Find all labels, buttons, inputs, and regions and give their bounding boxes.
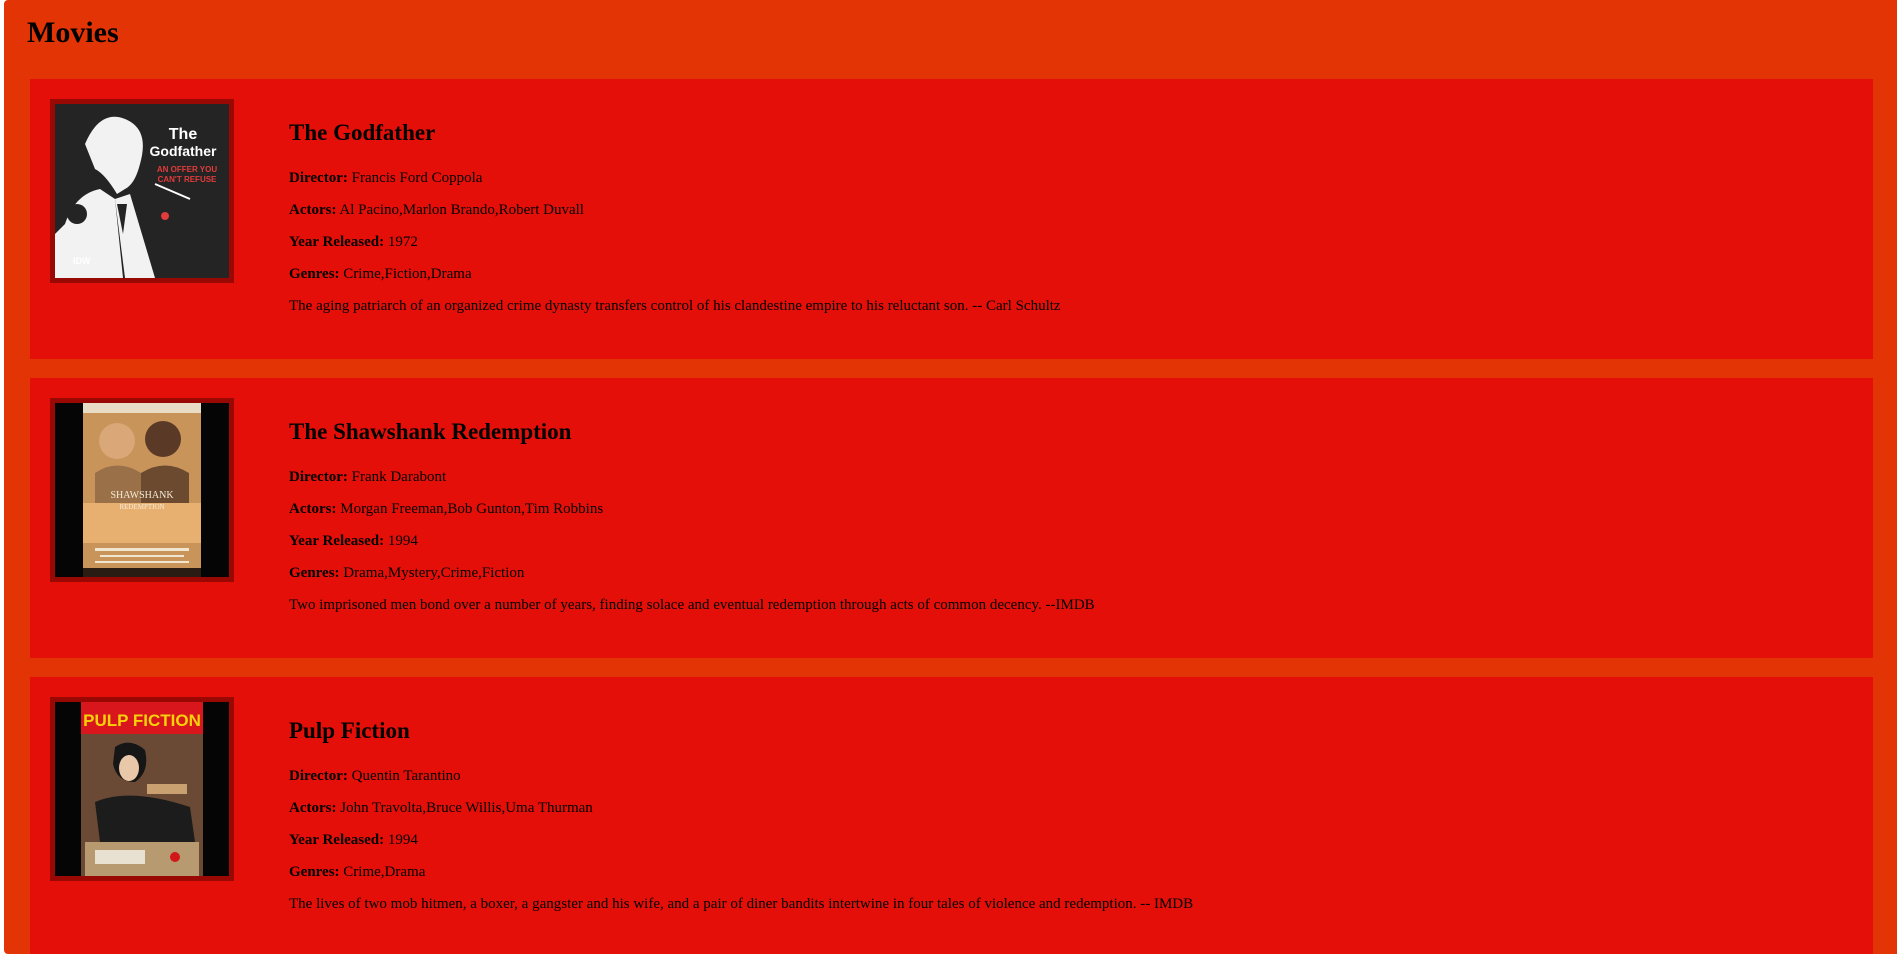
year-value: 1972 <box>387 234 418 250</box>
godfather-poster-image: The Godfather AN OFFER YOU CAN'T REFUSE … <box>55 104 229 278</box>
shawshank-poster-image: SHAWSHANK REDEMPTION <box>55 403 229 577</box>
actors-value: Al Pacino,Marlon Brando,Robert Duvall <box>339 202 584 218</box>
movie-genres-row: Genres: Crime,Drama <box>289 863 1789 881</box>
svg-text:REDEMPTION: REDEMPTION <box>119 503 164 511</box>
actors-value: Morgan Freeman,Bob Gunton,Tim Robbins <box>340 501 604 517</box>
movie-year-row: Year Released: 1994 <box>289 831 1789 849</box>
movie-director-row: Director: Quentin Tarantino <box>289 767 1789 785</box>
director-value: Francis Ford Coppola <box>351 170 483 186</box>
movie-title: Pulp Fiction <box>289 718 410 743</box>
pulp-fiction-poster-image: PULP FICTION <box>55 702 229 876</box>
genres-value: Drama,Mystery,Crime,Fiction <box>343 565 525 581</box>
svg-text:CAN'T REFUSE: CAN'T REFUSE <box>158 175 217 184</box>
movie-info: The Godfather Director: Francis Ford Cop… <box>289 119 1789 329</box>
year-label: Year Released: <box>289 832 385 848</box>
movie-card: PULP FICTION Pulp Fiction Director: Quen… <box>30 677 1873 954</box>
movie-year-row: Year Released: 1994 <box>289 532 1789 550</box>
movie-poster-shawshank[interactable]: SHAWSHANK REDEMPTION <box>50 398 234 582</box>
actors-label: Actors: <box>289 501 337 517</box>
movie-actors-row: Actors: Al Pacino,Marlon Brando,Robert D… <box>289 201 1789 219</box>
genres-label: Genres: <box>289 266 340 282</box>
movie-genres-row: Genres: Drama,Mystery,Crime,Fiction <box>289 564 1789 582</box>
movie-genres-row: Genres: Crime,Fiction,Drama <box>289 265 1789 283</box>
svg-text:AN OFFER YOU: AN OFFER YOU <box>157 165 218 174</box>
director-value: Quentin Tarantino <box>351 768 461 784</box>
year-label: Year Released: <box>289 533 385 549</box>
director-label: Director: <box>289 768 348 784</box>
svg-text:SHAWSHANK: SHAWSHANK <box>110 490 174 501</box>
movie-title: The Shawshank Redemption <box>289 419 572 444</box>
movie-actors-row: Actors: John Travolta,Bruce Willis,Uma T… <box>289 799 1789 817</box>
actors-label: Actors: <box>289 202 337 218</box>
svg-text:Godfather: Godfather <box>150 143 217 159</box>
director-value: Frank Darabont <box>351 469 447 485</box>
movie-info: Pulp Fiction Director: Quentin Tarantino… <box>289 717 1789 927</box>
svg-text:IDW: IDW <box>73 256 91 266</box>
movie-card: SHAWSHANK REDEMPTION The Shawshank Redem… <box>30 378 1873 658</box>
svg-text:The: The <box>169 126 198 143</box>
genres-value: Crime,Fiction,Drama <box>343 266 472 282</box>
movie-actors-row: Actors: Morgan Freeman,Bob Gunton,Tim Ro… <box>289 500 1789 518</box>
movie-description: The lives of two mob hitmen, a boxer, a … <box>289 896 1194 912</box>
movie-year-row: Year Released: 1972 <box>289 233 1789 251</box>
movie-info: The Shawshank Redemption Director: Frank… <box>289 418 1789 628</box>
actors-label: Actors: <box>289 800 337 816</box>
actors-value: John Travolta,Bruce Willis,Uma Thurman <box>340 800 593 816</box>
movie-card: The Godfather AN OFFER YOU CAN'T REFUSE … <box>30 79 1873 359</box>
year-label: Year Released: <box>289 234 385 250</box>
app-container: Movies The Godfather AN OFFER YOU CAN'T … <box>4 0 1897 954</box>
movie-poster-godfather[interactable]: The Godfather AN OFFER YOU CAN'T REFUSE … <box>50 99 234 283</box>
director-label: Director: <box>289 170 348 186</box>
movie-title: The Godfather <box>289 120 436 145</box>
genres-label: Genres: <box>289 565 340 581</box>
page-title: Movies <box>27 16 119 49</box>
genres-value: Crime,Drama <box>343 864 426 880</box>
movie-poster-pulp-fiction[interactable]: PULP FICTION <box>50 697 234 881</box>
movie-description: Two imprisoned men bond over a number of… <box>289 597 1095 613</box>
year-value: 1994 <box>387 533 418 549</box>
director-label: Director: <box>289 469 348 485</box>
genres-label: Genres: <box>289 864 340 880</box>
svg-text:PULP FICTION: PULP FICTION <box>83 711 201 730</box>
movie-description: The aging patriarch of an organized crim… <box>289 298 1061 314</box>
movie-director-row: Director: Frank Darabont <box>289 468 1789 486</box>
movie-director-row: Director: Francis Ford Coppola <box>289 169 1789 187</box>
year-value: 1994 <box>387 832 418 848</box>
